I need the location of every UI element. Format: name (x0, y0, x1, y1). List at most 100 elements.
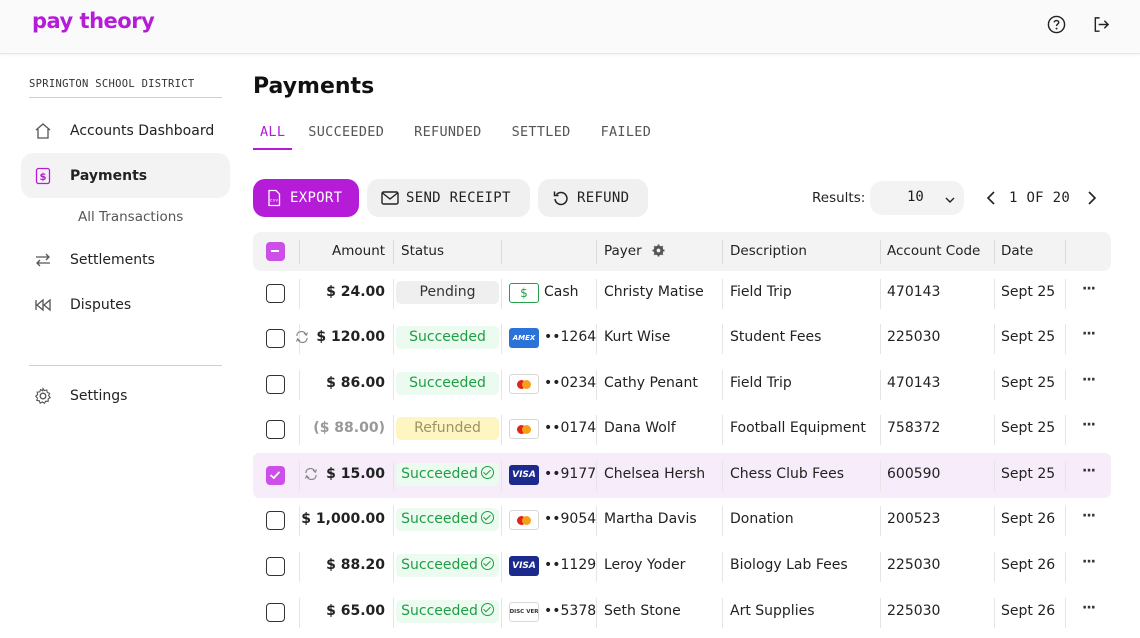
table-row[interactable]: $ 24.00 Pending $ Cash Christy Matise Field T… (253, 271, 1111, 316)
column-divider (880, 461, 881, 491)
tab-settled[interactable]: SETTLED (512, 122, 571, 150)
check-circle-icon (480, 511, 494, 524)
tab-all[interactable]: ALL (253, 122, 293, 150)
select-all-checkbox[interactable] (266, 242, 285, 261)
district-name: SPRINGTON SCHOOL DISTRICT (29, 78, 222, 98)
rewind-icon (34, 296, 52, 314)
sidebar-item-settlements[interactable]: Settlements (21, 237, 230, 282)
more-actions-icon[interactable]: ··· (1082, 372, 1096, 388)
column-divider (994, 240, 995, 264)
refund-label: REFUND (577, 190, 630, 206)
date-cell: Sept 25 (1001, 420, 1056, 436)
tab-refunded[interactable]: REFUNDED (414, 122, 481, 150)
status-badge: Succeeded (396, 600, 499, 623)
status-badge: Pending (396, 281, 499, 304)
column-divider (393, 324, 394, 354)
sidebar-item-payments[interactable]: $ Payments (21, 153, 230, 198)
column-divider (299, 506, 300, 536)
logout-icon[interactable] (1091, 14, 1111, 34)
row-checkbox[interactable] (266, 329, 285, 348)
row-checkbox[interactable] (266, 375, 285, 394)
visa-card-icon: VISA (509, 465, 539, 485)
row-checkbox[interactable] (266, 466, 285, 485)
tab-succeeded[interactable]: SUCCEEDED (308, 122, 384, 150)
more-actions-icon[interactable]: ··· (1082, 600, 1096, 616)
gear-icon[interactable] (652, 244, 665, 261)
column-divider (393, 240, 394, 264)
swap-arrows-icon (34, 251, 52, 269)
table-row[interactable]: $ 15.00 Succeeded VISA ••9177 Chelsea Hersh C… (253, 453, 1111, 498)
recurring-icon (295, 331, 308, 343)
row-checkbox[interactable] (266, 511, 285, 530)
column-divider (299, 598, 300, 628)
column-divider (501, 461, 502, 491)
column-divider (722, 506, 723, 536)
row-checkbox[interactable] (266, 284, 285, 303)
column-divider (880, 279, 881, 309)
status-tabs: ALL SUCCEEDED REFUNDED SETTLED FAILED (253, 122, 681, 150)
next-page-button[interactable] (1084, 188, 1100, 208)
column-divider (299, 415, 300, 445)
column-divider (880, 324, 881, 354)
column-divider (596, 415, 597, 445)
amex-card-icon: AMEX (509, 328, 539, 348)
column-divider (393, 415, 394, 445)
amount-cell: ($ 88.00) (313, 420, 385, 436)
table-row[interactable]: $ 88.20 Succeeded VISA ••1129 Leroy Yoder Bio… (253, 544, 1111, 589)
column-divider (994, 506, 995, 536)
column-header-account-code[interactable]: Account Code (887, 243, 980, 259)
column-header-description[interactable]: Description (730, 243, 807, 259)
more-actions-icon[interactable]: ··· (1082, 326, 1096, 342)
column-divider (501, 240, 502, 264)
column-header-date[interactable]: Date (1001, 243, 1033, 259)
column-divider (501, 324, 502, 354)
more-actions-icon[interactable]: ··· (1082, 281, 1096, 297)
check-circle-icon (480, 603, 494, 616)
more-actions-icon[interactable]: ··· (1082, 417, 1096, 433)
sidebar-item-accounts-dashboard[interactable]: Accounts Dashboard (21, 108, 230, 153)
sidebar-item-label: Accounts Dashboard (70, 122, 215, 139)
previous-page-button[interactable] (983, 188, 999, 208)
tab-failed[interactable]: FAILED (601, 122, 652, 150)
export-button[interactable]: csv EXPORT (253, 179, 359, 217)
column-divider (596, 552, 597, 582)
status-badge: Succeeded (396, 372, 499, 395)
account-code-cell: 470143 (887, 375, 941, 391)
table-row[interactable]: $ 120.00 Succeeded AMEX ••1264 Kurt Wise Stud… (253, 316, 1111, 361)
column-divider (596, 279, 597, 309)
row-checkbox[interactable] (266, 557, 285, 576)
sidebar-item-disputes[interactable]: Disputes (21, 282, 230, 327)
table-row[interactable]: ($ 88.00) Refunded ••0174 Dana Wolf Football… (253, 407, 1111, 452)
column-divider (393, 370, 394, 400)
sidebar-subitem-all-transactions[interactable]: All Transactions (78, 209, 183, 225)
more-actions-icon[interactable]: ··· (1082, 508, 1096, 524)
row-checkbox[interactable] (266, 603, 285, 622)
column-divider (1065, 415, 1066, 445)
column-divider (299, 279, 300, 309)
results-per-page-select[interactable]: 10 (870, 181, 964, 215)
amount-cell: $ 24.00 (326, 284, 385, 300)
row-checkbox[interactable] (266, 420, 285, 439)
mastercard-icon (509, 374, 539, 394)
more-actions-icon[interactable]: ··· (1082, 554, 1096, 570)
column-header-amount[interactable]: Amount (332, 243, 385, 259)
column-divider (994, 324, 995, 354)
column-divider (994, 461, 995, 491)
table-row[interactable]: $ 86.00 Succeeded ••0234 Cathy Penant Field … (253, 362, 1111, 407)
table-row[interactable]: $ 1,000.00 Succeeded ••9054 Martha Davis Don… (253, 498, 1111, 543)
pay-theory-logo[interactable]: pay theory (32, 9, 155, 33)
send-receipt-button[interactable]: SEND RECEIPT (367, 179, 530, 217)
payment-method-text: ••1264 (544, 329, 597, 345)
column-header-status[interactable]: Status (401, 243, 444, 259)
table-row[interactable]: $ 65.00 Succeeded DISC VER ••5378 Seth Stone A… (253, 590, 1111, 635)
column-divider (501, 598, 502, 628)
help-icon[interactable] (1046, 14, 1066, 34)
recurring-icon (304, 468, 317, 480)
column-divider (722, 461, 723, 491)
status-badge: Refunded (396, 417, 499, 440)
column-header-payer[interactable]: Payer (604, 243, 642, 259)
column-divider (1065, 506, 1066, 536)
refund-button[interactable]: REFUND (538, 179, 648, 217)
sidebar-item-settings[interactable]: Settings (21, 373, 230, 418)
more-actions-icon[interactable]: ··· (1082, 463, 1096, 479)
